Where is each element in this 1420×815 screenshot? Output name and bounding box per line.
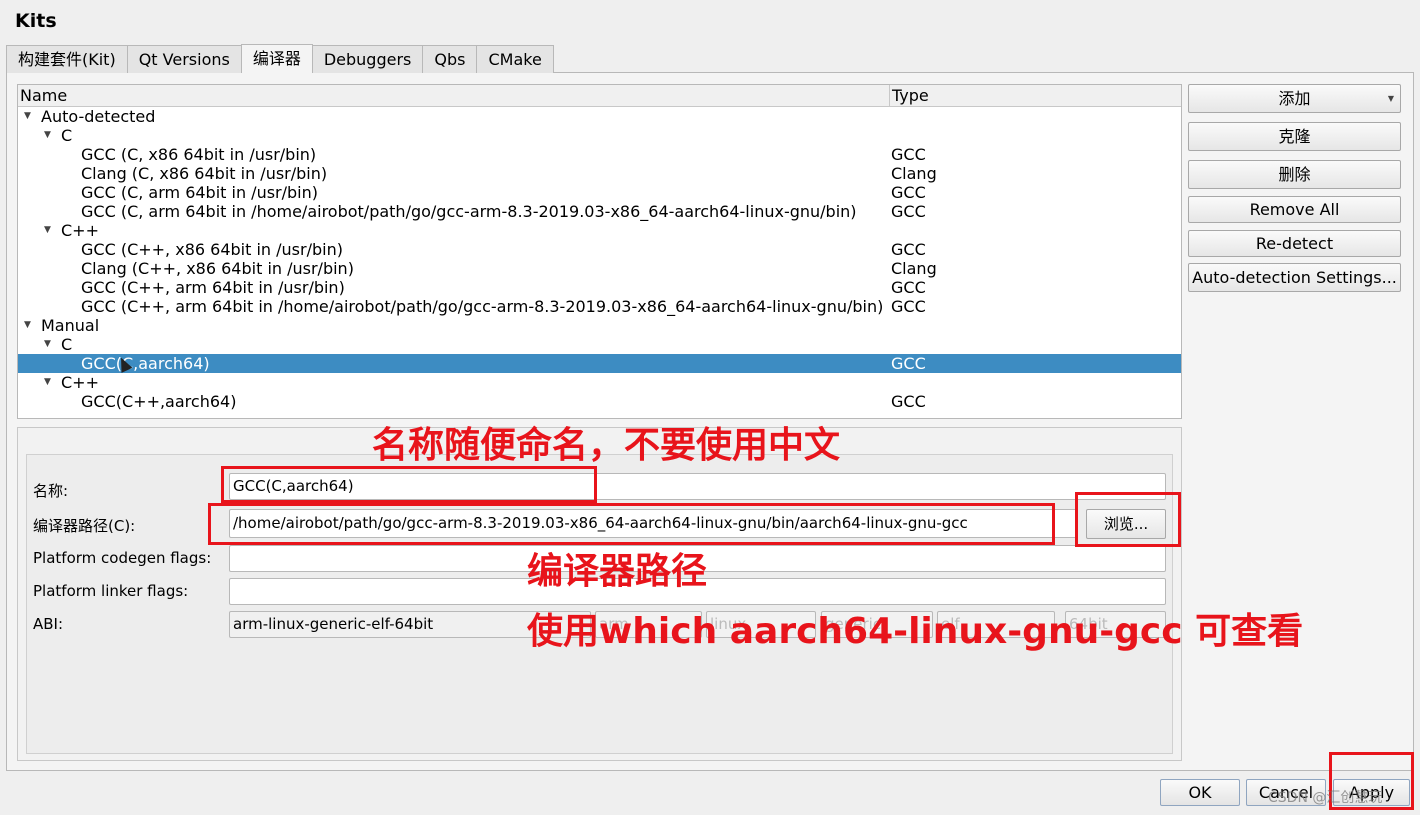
autodetect-settings-button[interactable]: Auto-detection Settings...: [1188, 263, 1401, 292]
tab-cmake[interactable]: CMake: [476, 45, 554, 73]
tree-row-type: GCC: [891, 354, 926, 373]
tree-row-type: GCC: [891, 297, 926, 316]
column-header-type[interactable]: Type: [889, 85, 929, 107]
remove-all-button[interactable]: Remove All: [1188, 196, 1401, 223]
expand-arrow-icon[interactable]: ▼: [44, 335, 51, 354]
tab-compilers[interactable]: 编译器: [240, 44, 313, 73]
window-title: Kits: [15, 10, 57, 32]
tree-row[interactable]: GCC (C, arm 64bit in /home/airobot/path/…: [18, 202, 1181, 221]
name-annotation: 名称随便命名，不要使用中文: [372, 425, 841, 466]
add-button[interactable]: 添加 ▼: [1188, 84, 1401, 113]
expand-arrow-icon[interactable]: ▼: [44, 373, 51, 392]
add-button-label: 添加: [1278, 89, 1311, 108]
expand-arrow-icon[interactable]: ▼: [24, 107, 31, 126]
tree-row-name: Manual: [41, 316, 100, 335]
which-annotation: 使用which aarch64-linux-gnu-gcc 可查看: [527, 611, 1304, 652]
tree-row-name: GCC (C, arm 64bit in /home/airobot/path/…: [81, 202, 857, 221]
name-label: 名称:: [33, 482, 69, 500]
tree-row-name: C: [61, 335, 73, 354]
tree-row-type: Clang: [891, 259, 937, 278]
linker-flags-label: Platform linker flags:: [33, 582, 189, 600]
tree-row-type: GCC: [891, 278, 926, 297]
tab-bar: 构建套件(Kit) Qt Versions 编译器 Debuggers Qbs …: [6, 44, 554, 73]
path-highlight-box: [208, 503, 1055, 545]
compiler-tree[interactable]: Name Type ▼ Auto-detected ▼ C GCC (C, x86 64…: [17, 84, 1182, 419]
tree-row-name: Clang (C, x86 64bit in /usr/bin): [81, 164, 328, 183]
tree-row[interactable]: GCC(C,aarch64) GCC: [18, 354, 1181, 373]
tree-row[interactable]: GCC (C++, x86 64bit in /usr/bin) GCC: [18, 240, 1181, 259]
clone-button[interactable]: 克隆: [1188, 122, 1401, 151]
tree-row-name: C: [61, 126, 73, 145]
codegen-flags-label: Platform codegen flags:: [33, 549, 212, 567]
watermark: CSDN @汇创慧玩: [1268, 790, 1383, 806]
tree-row[interactable]: GCC(C++,aarch64) GCC: [18, 392, 1181, 411]
tree-row[interactable]: GCC (C, arm 64bit in /usr/bin) GCC: [18, 183, 1181, 202]
tree-row-type: GCC: [891, 145, 926, 164]
tree-group-row[interactable]: ▼ Manual: [18, 316, 1181, 335]
dropdown-arrow-icon: ▼: [1387, 94, 1394, 103]
tree-row-name: C++: [61, 373, 99, 392]
tree-row[interactable]: Clang (C, x86 64bit in /usr/bin) Clang: [18, 164, 1181, 183]
abi-label: ABI:: [33, 615, 64, 633]
tree-row[interactable]: GCC (C++, arm 64bit in /usr/bin) GCC: [18, 278, 1181, 297]
tree-group-row[interactable]: ▼ Auto-detected: [18, 107, 1181, 126]
tree-row-name: GCC(C++,aarch64): [81, 392, 237, 411]
tab-qbs[interactable]: Qbs: [422, 45, 478, 73]
redetect-button[interactable]: Re-detect: [1188, 230, 1401, 257]
tree-row[interactable]: Clang (C++, x86 64bit in /usr/bin) Clang: [18, 259, 1181, 278]
tree-row-name: GCC (C++, x86 64bit in /usr/bin): [81, 240, 343, 259]
tree-row-name: GCC (C++, arm 64bit in /home/airobot/pat…: [81, 297, 884, 316]
expand-arrow-icon[interactable]: ▼: [24, 316, 31, 335]
browse-highlight-box: [1075, 492, 1181, 547]
name-highlight-box: [221, 466, 597, 503]
tree-row-type: GCC: [891, 202, 926, 221]
compiler-path-label: 编译器路径(C):: [33, 517, 136, 535]
expand-arrow-icon[interactable]: ▼: [44, 126, 51, 145]
tree-group-row[interactable]: ▼ C++: [18, 221, 1181, 240]
tab-qt-versions[interactable]: Qt Versions: [126, 45, 242, 73]
tree-row-name: C++: [61, 221, 99, 240]
tree-row-type: GCC: [891, 183, 926, 202]
column-header-name[interactable]: Name: [20, 85, 67, 107]
tree-group-row[interactable]: ▼ C: [18, 126, 1181, 145]
tree-row-type: Clang: [891, 164, 937, 183]
tree-row-name: GCC (C, arm 64bit in /usr/bin): [81, 183, 318, 202]
ok-button[interactable]: OK: [1160, 779, 1240, 806]
tree-row-type: GCC: [891, 392, 926, 411]
remove-button[interactable]: 删除: [1188, 160, 1401, 189]
tree-row-name: GCC (C++, arm 64bit in /usr/bin): [81, 278, 345, 297]
expand-arrow-icon[interactable]: ▼: [44, 221, 51, 240]
tree-row-type: GCC: [891, 240, 926, 259]
tree-row-name: GCC (C, x86 64bit in /usr/bin): [81, 145, 317, 164]
tab-debuggers[interactable]: Debuggers: [311, 45, 424, 73]
tab-kits[interactable]: 构建套件(Kit): [6, 45, 128, 73]
tree-header: Name Type: [18, 85, 1181, 107]
tree-row[interactable]: GCC (C++, arm 64bit in /home/airobot/pat…: [18, 297, 1181, 316]
tree-group-row[interactable]: ▼ C++: [18, 373, 1181, 392]
tree-row-name: GCC(C,aarch64): [81, 354, 210, 373]
tree-row-name: Clang (C++, x86 64bit in /usr/bin): [81, 259, 354, 278]
tree-group-row[interactable]: ▼ C: [18, 335, 1181, 354]
path-annotation: 编译器路径: [527, 551, 708, 592]
tree-row-name: Auto-detected: [41, 107, 156, 126]
tree-row[interactable]: GCC (C, x86 64bit in /usr/bin) GCC: [18, 145, 1181, 164]
